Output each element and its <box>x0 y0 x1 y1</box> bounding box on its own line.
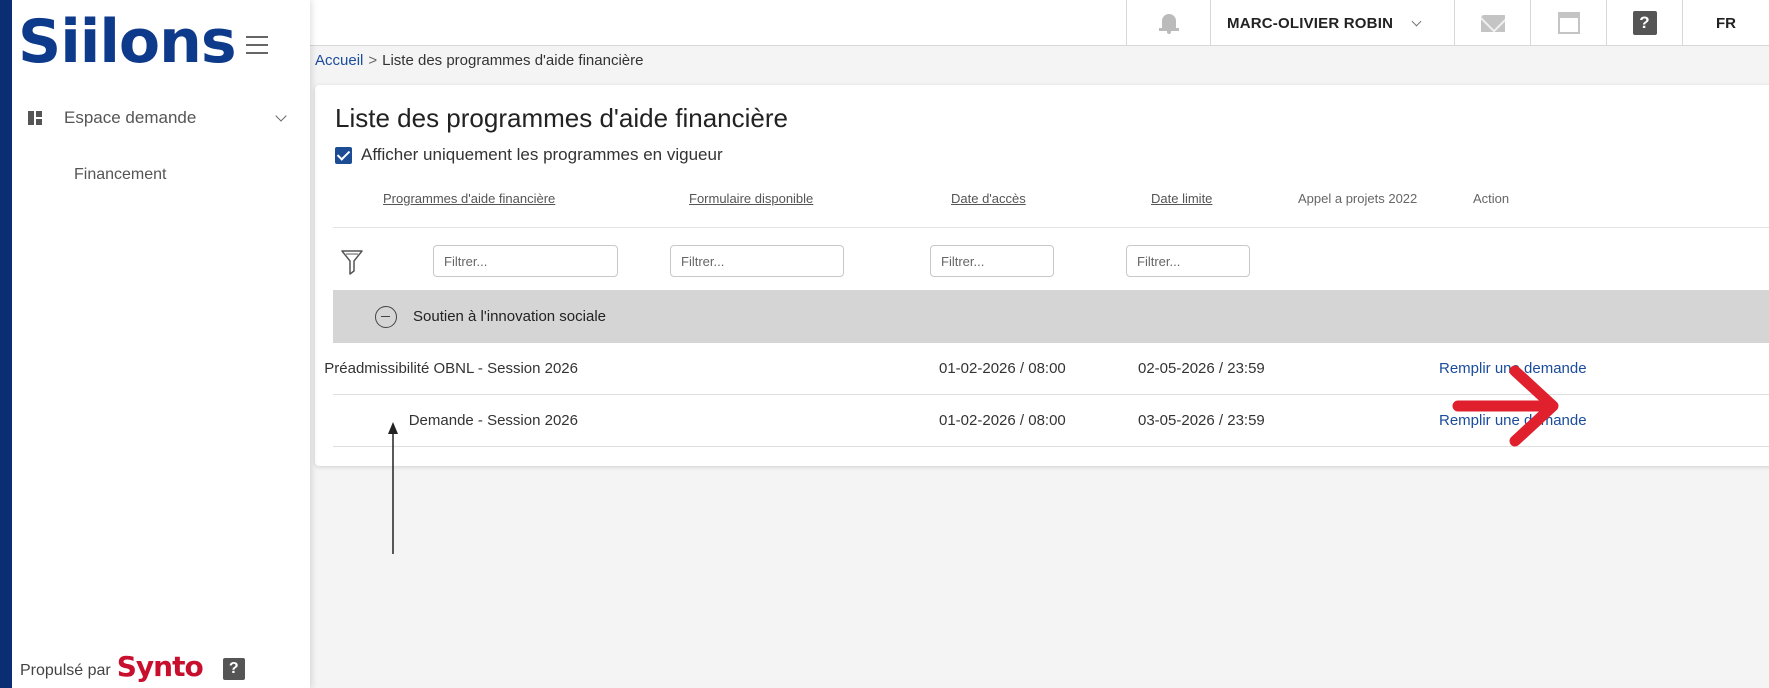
table-row: Préadmissibilité OBNL - Session 2026 01-… <box>324 343 1769 395</box>
help-icon[interactable]: ? <box>222 658 245 680</box>
menu-toggle-icon[interactable] <box>245 36 268 54</box>
breadcrumb-home[interactable]: Accueil <box>315 52 363 69</box>
sidebar: Siilons Espace demande Financement Propu… <box>12 0 310 688</box>
cell-formulaire: Préadmissibilité OBNL - Session 2026 <box>324 360 578 377</box>
synto-logo[interactable]: Synto <box>117 652 204 682</box>
cell-date-acces: 01-02-2026 / 08:00 <box>939 360 1066 377</box>
cell-formulaire: Demande - Session 2026 <box>408 412 578 429</box>
powered-by: Propulsé par Synto ? <box>20 652 245 682</box>
header-divider <box>333 227 1769 228</box>
active-programs-checkbox[interactable] <box>335 146 352 164</box>
filter-icon[interactable] <box>341 249 363 275</box>
programs-card: Liste des programmes d'aide financière A… <box>315 85 1769 466</box>
breadcrumb: Accueil > Liste des programmes d'aide fina… <box>315 52 643 69</box>
group-label: Soutien à l'innovation sociale <box>413 308 606 325</box>
column-header-date-limite[interactable]: Date limite <box>1151 191 1212 206</box>
help-icon: ? <box>1632 11 1657 35</box>
language-label: FR <box>1716 14 1736 32</box>
column-header-programmes[interactable]: Programmes d'aide financière <box>383 191 555 206</box>
user-menu[interactable]: MARC-OLIVIER ROBIN <box>1210 0 1454 46</box>
fill-request-link[interactable]: Remplir une demande <box>1439 395 1587 447</box>
messages-button[interactable] <box>1454 0 1530 46</box>
fill-request-link[interactable]: Remplir une demande <box>1439 343 1587 395</box>
cell-date-acces: 01-02-2026 / 08:00 <box>939 412 1066 429</box>
breadcrumb-separator: > <box>368 52 378 69</box>
chevron-down-icon <box>1411 16 1422 26</box>
group-row-soutien-innovation[interactable]: Soutien à l'innovation sociale <box>333 290 1769 343</box>
checkbox-label: Afficher uniquement les programmes en vi… <box>361 145 723 164</box>
filter-input-date-limite[interactable] <box>1126 245 1250 277</box>
breadcrumb-current: Liste des programmes d'aide financière <box>382 52 644 69</box>
filter-input-formulaire[interactable] <box>670 245 844 277</box>
language-switch[interactable]: FR <box>1682 0 1769 46</box>
logo: Siilons <box>18 6 268 78</box>
calendar-icon <box>1557 12 1580 34</box>
active-programs-toggle[interactable]: Afficher uniquement les programmes en vi… <box>335 145 723 165</box>
notifications-button[interactable] <box>1126 0 1210 46</box>
sidebar-item-espace-demande[interactable]: Espace demande <box>28 104 293 132</box>
dashboard-icon <box>28 111 42 125</box>
collapse-icon[interactable] <box>375 305 397 328</box>
filter-input-programmes[interactable] <box>433 245 618 277</box>
column-header-action: Action <box>1473 191 1510 206</box>
topbar: MARC-OLIVIER ROBIN ? FR <box>310 0 1769 46</box>
chevron-down-icon <box>275 110 287 122</box>
cell-date-limite: 03-05-2026 / 23:59 <box>1138 412 1265 429</box>
filter-input-date-acces[interactable] <box>930 245 1054 277</box>
cell-date-limite: 02-05-2026 / 23:59 <box>1138 360 1265 377</box>
bell-icon <box>1158 12 1179 34</box>
powered-by-label: Propulsé par <box>20 662 111 679</box>
app-window: Siilons Espace demande Financement Propu… <box>12 0 1769 688</box>
page-title: Liste des programmes d'aide financière <box>335 103 788 133</box>
table-row: Demande - Session 2026 01-02-2026 / 08:0… <box>333 395 1769 447</box>
logo-text: Siilons <box>18 7 237 77</box>
column-header-formulaire[interactable]: Formulaire disponible <box>689 191 813 206</box>
calendar-button[interactable] <box>1530 0 1606 46</box>
envelope-icon <box>1480 14 1505 32</box>
sidebar-item-financement[interactable]: Financement <box>74 166 167 184</box>
sidebar-item-label: Espace demande <box>64 108 197 127</box>
column-header-date-acces[interactable]: Date d'accès <box>951 191 1026 206</box>
help-button[interactable]: ? <box>1606 0 1682 46</box>
user-name: MARC-OLIVIER ROBIN <box>1227 14 1394 32</box>
column-header-appel: Appel a projets 2022 <box>1298 191 1418 206</box>
